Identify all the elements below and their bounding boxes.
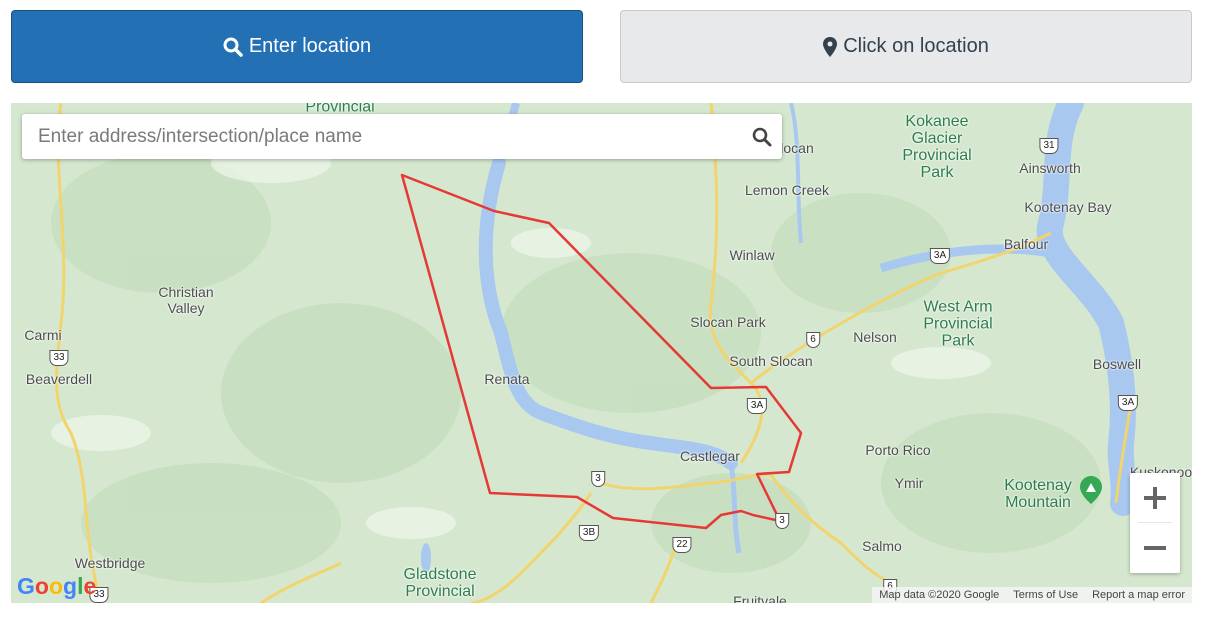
zoom-in-icon (1144, 487, 1166, 509)
place-label: Salmo (862, 538, 902, 554)
place-label: Ymir (894, 475, 924, 491)
highway-shield: 3A (929, 248, 951, 264)
report-map-error-link[interactable]: Report a map error (1085, 589, 1192, 601)
place-label: Castlegar (680, 448, 740, 464)
place-label: Ainsworth (1019, 160, 1081, 176)
highway-shield: 6 (806, 332, 820, 348)
highway-shield: 3 (591, 471, 605, 487)
enter-location-label: Enter location (248, 35, 372, 57)
highway-shield: 3A (746, 398, 768, 414)
place-label: Renata (484, 371, 530, 387)
search-icon (223, 37, 243, 57)
place-label: Nelson (853, 329, 897, 345)
map-data-credit: Map data ©2020 Google (879, 589, 1000, 601)
park-label: Kokanee Glacier Provincial Park (902, 113, 972, 181)
click-location-button[interactable]: Click on location (620, 10, 1192, 83)
place-label: locan (780, 140, 814, 156)
place-label: Porto Rico (865, 442, 931, 458)
park-label: Gladstone Provincial (403, 566, 477, 600)
address-search-box (22, 114, 782, 159)
terms-of-use-link[interactable]: Terms of Use (1006, 589, 1085, 601)
place-label: Westbridge (74, 555, 146, 571)
zoom-out-button[interactable] (1130, 523, 1180, 573)
click-location-label: Click on location (843, 35, 989, 57)
place-label: Beaverdell (25, 371, 93, 387)
place-label: Balfour (1003, 236, 1049, 252)
park-label: Kootenay Mountain (1004, 477, 1072, 511)
address-search-input[interactable] (22, 114, 742, 159)
place-label: Fruitvale (733, 593, 787, 603)
highway-shield: 33 (49, 350, 69, 366)
google-logo: Google (17, 573, 97, 599)
zoom-control (1130, 473, 1180, 573)
place-label: South Slocan (729, 353, 813, 369)
highway-shield: 3A (1117, 395, 1139, 411)
park-marker-icon (1080, 476, 1102, 504)
place-label: Winlaw (729, 247, 775, 263)
map-attribution: Map data ©2020 Google Terms of Use Repor… (872, 587, 1192, 603)
zoom-divider (1138, 522, 1172, 523)
highway-shield: 22 (672, 537, 692, 553)
zoom-in-button[interactable] (1130, 473, 1180, 523)
place-label: Slocan Park (690, 314, 766, 330)
zoom-out-icon (1144, 546, 1166, 550)
place-label: Lemon Creek (744, 182, 830, 198)
highway-shield: 3 (775, 513, 789, 529)
place-label: Kootenay Bay (1024, 199, 1112, 215)
place-label: Carmi (24, 327, 62, 343)
map-base-layer (11, 103, 1192, 603)
park-label: West Arm Provincial Park (923, 298, 993, 350)
highway-shield: 31 (1039, 138, 1059, 154)
search-icon (752, 127, 772, 146)
place-label: Christian Valley (158, 284, 214, 316)
highway-shield: 3B (578, 525, 600, 541)
map-view[interactable]: locan Lemon Creek Winlaw Slocan Park Sou… (11, 103, 1192, 603)
search-submit-button[interactable] (742, 127, 782, 147)
place-label: Boswell (1092, 356, 1142, 372)
map-pin-icon (823, 36, 838, 57)
enter-location-button[interactable]: Enter location (11, 10, 583, 83)
